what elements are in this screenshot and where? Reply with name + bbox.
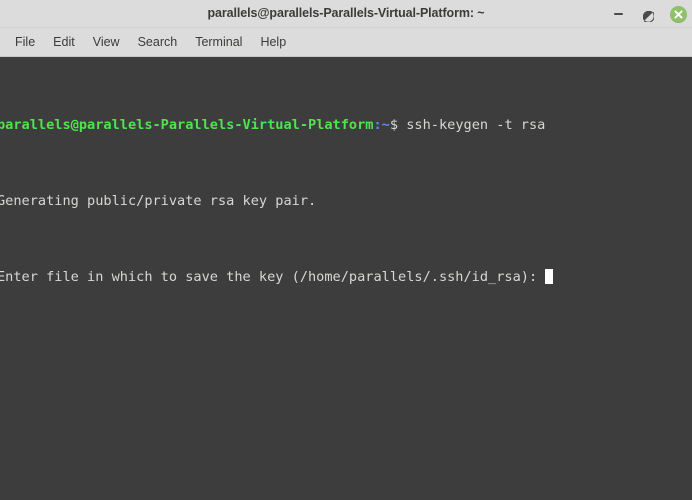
output-text-generating: Generating public/private rsa key pair. [0,193,317,209]
menu-item-help[interactable]: Help [251,32,295,52]
prompt-path: ~ [381,117,390,133]
menu-item-view[interactable]: View [84,32,129,52]
minimize-icon [613,13,623,15]
terminal-screen[interactable]: parallels@parallels-Parallels-Virtual-Pl… [0,57,692,500]
terminal-line-output: Generating public/private rsa key pair. [0,192,692,211]
terminal-window: parallels@parallels-Parallels-Virtual-Pl… [0,0,692,500]
window-title: parallels@parallels-Parallels-Virtual-Pl… [207,6,485,20]
close-button[interactable] [668,4,688,24]
menu-item-terminal[interactable]: Terminal [186,32,251,52]
menu-item-edit[interactable]: Edit [44,32,84,52]
maximize-button[interactable] [638,4,658,24]
titlebar: parallels@parallels-Parallels-Virtual-Pl… [0,0,692,28]
prompt-separator: : [373,117,382,133]
close-icon [669,5,687,23]
menubar: File Edit View Search Terminal Help [0,28,692,57]
menu-item-search[interactable]: Search [129,32,187,52]
output-text-enter-file: Enter file in which to save the key (/ho… [0,269,546,285]
minimize-button[interactable] [608,4,628,24]
terminal-command: ssh-keygen -t rsa [398,117,546,133]
text-cursor [545,269,554,284]
prompt-user-host: parallels@parallels-Parallels-Virtual-Pl… [0,117,374,133]
window-controls [608,0,688,28]
restore-icon [642,9,655,23]
prompt-sigil: $ [389,117,399,133]
terminal-line-prompt: parallels@parallels-Parallels-Virtual-Pl… [0,116,692,135]
menu-item-file[interactable]: File [6,32,44,52]
terminal-text: parallels@parallels-Parallels-Virtual-Pl… [0,59,692,344]
terminal-line-input-prompt: Enter file in which to save the key (/ho… [0,268,692,287]
